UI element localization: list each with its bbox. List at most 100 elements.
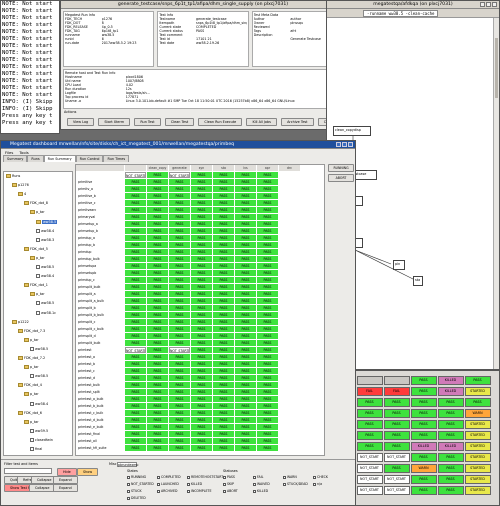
status-cell[interactable]: PASS [169, 242, 190, 248]
status-cell[interactable]: PASS [257, 200, 278, 206]
status-cell[interactable]: PASS [147, 375, 168, 381]
action-button[interactable]: Archive Test [281, 118, 314, 126]
flow-node[interactable]: pin [393, 260, 405, 270]
status-cell[interactable]: PASS [437, 453, 464, 462]
runs-tree[interactable]: Runs p1276 4 FDK_dot_8 p_tar ww38.5 ww38.4 ww38… [3, 171, 73, 456]
checkbox-box[interactable] [283, 475, 286, 479]
status-cell[interactable]: PASS [235, 172, 256, 178]
status-cell[interactable]: NOT_START [356, 453, 383, 462]
tree-node[interactable]: ww38.5 [30, 374, 48, 379]
status-cell[interactable]: PASS [125, 200, 146, 206]
status-cell[interactable]: PASS [191, 305, 212, 311]
status-cell[interactable]: PASS [147, 256, 168, 262]
status-cell[interactable]: PASS [257, 207, 278, 213]
status-cell[interactable]: PASS [235, 417, 256, 423]
status-cell[interactable]: PASS [235, 438, 256, 444]
status-cell[interactable]: PASS [235, 347, 256, 353]
status-cell[interactable]: KILLED [410, 442, 437, 451]
state-checkbox[interactable]: COMPLETED [157, 475, 181, 479]
status-cell[interactable]: PASS [191, 249, 212, 255]
status-cell[interactable]: PASS [191, 186, 212, 192]
status-cell[interactable]: PASS [257, 228, 278, 234]
status-cell[interactable]: KILLED [437, 442, 464, 451]
status-cell[interactable]: PASS [257, 249, 278, 255]
test-name[interactable]: primtest_bulk [76, 382, 124, 388]
test-name[interactable]: primsetupb [76, 270, 124, 276]
status-cell[interactable]: WARN [464, 409, 491, 418]
status-cell[interactable]: PASS [147, 200, 168, 206]
status-cell[interactable]: PASS [257, 221, 278, 227]
status-cell[interactable]: PASS [191, 200, 212, 206]
checkbox-box[interactable] [253, 482, 256, 486]
status-cell[interactable]: PASS [191, 354, 212, 360]
status-cell[interactable]: PASS [383, 464, 410, 473]
status-cell[interactable]: PASS [191, 396, 212, 402]
status-cell[interactable]: PASS [356, 442, 383, 451]
test-name[interactable]: primtest_c [76, 368, 124, 374]
dashboard-tab[interactable]: Summary [3, 155, 28, 162]
status-cell[interactable]: PASS [125, 417, 146, 423]
status-cell[interactable]: PASS [257, 431, 278, 437]
status-cell[interactable]: PASS [257, 186, 278, 192]
status-cell[interactable]: PASS [169, 284, 190, 290]
tree-node[interactable]: ww38.5 [36, 301, 54, 306]
checkbox-box[interactable] [223, 489, 226, 493]
status-cell[interactable]: PASS [257, 270, 278, 276]
test-name[interactable]: primsplit_bulk [76, 340, 124, 346]
status-cell[interactable]: PASS [191, 410, 212, 416]
test-name[interactable]: primtest_e_bulk [76, 424, 124, 430]
filter-button[interactable]: Hide [57, 468, 77, 476]
checkbox-box[interactable] [313, 482, 316, 486]
status-cell[interactable]: PASS [125, 361, 146, 367]
status-cell[interactable]: PASS [147, 389, 168, 395]
status-cell[interactable]: PASS [191, 417, 212, 423]
status-cell[interactable]: PASS [213, 249, 234, 255]
tree-node[interactable]: ww38.5 [36, 265, 54, 269]
tree-node[interactable]: p_tar [30, 255, 45, 260]
status-checkbox[interactable]: FAIL [253, 475, 263, 479]
checkbox-box[interactable] [157, 489, 160, 493]
test-name[interactable]: primaryval [76, 214, 124, 220]
minimize-icon[interactable] [480, 2, 485, 7]
status-cell[interactable]: PASS [125, 291, 146, 297]
column-header[interactable]: syn [191, 165, 212, 171]
tree-node[interactable]: p1276 [12, 183, 29, 188]
tree-node[interactable]: p1222 [12, 319, 29, 324]
status-cell[interactable]: PASS [191, 270, 212, 276]
status-cell[interactable]: PASS [125, 438, 146, 444]
status-cell[interactable]: PASS [147, 312, 168, 318]
status-cell[interactable]: PASS [191, 361, 212, 367]
column-header[interactable] [125, 165, 146, 171]
tree-node[interactable]: ww38.5 [36, 219, 58, 224]
status-cell[interactable]: NOT_STARTED [125, 347, 146, 353]
tree-node[interactable]: ww38.4 [36, 274, 54, 279]
status-cell[interactable]: PASS [169, 193, 190, 199]
status-cell[interactable]: PASS [235, 235, 256, 241]
status-cell[interactable]: PASS [213, 291, 234, 297]
status-cell[interactable]: PASS [169, 438, 190, 444]
status-cell[interactable]: PASS [147, 354, 168, 360]
status-cell[interactable]: PASS [125, 256, 146, 262]
status-cell[interactable]: PASS [213, 347, 234, 353]
status-cell[interactable]: PASS [169, 200, 190, 206]
status-cell[interactable]: PASS [169, 214, 190, 220]
status-cell[interactable]: PASS [169, 179, 190, 185]
status-cell[interactable]: PASS [257, 347, 278, 353]
status-cell[interactable]: PASS [257, 179, 278, 185]
status-cell[interactable]: PASS [437, 431, 464, 440]
status-cell[interactable]: PASS [147, 445, 168, 451]
dashboard-tab[interactable]: Run Control [75, 155, 104, 162]
status-cell[interactable]: PASS [169, 396, 190, 402]
status-cell[interactable]: PASS [147, 172, 168, 178]
status-cell[interactable]: PASS [235, 410, 256, 416]
status-cell[interactable]: PASS [410, 409, 437, 418]
action-button[interactable]: Kill All Jobs [246, 118, 277, 126]
status-cell[interactable]: PASS [191, 424, 212, 430]
status-cell[interactable]: PASS [125, 263, 146, 269]
status-cell[interactable]: PASS [213, 228, 234, 234]
status-cell[interactable]: PASS [169, 256, 190, 262]
status-cell[interactable]: PASS [125, 396, 146, 402]
status-checkbox[interactable]: KILLED [253, 489, 268, 493]
test-name[interactable]: primtest_final [76, 431, 124, 437]
test-name[interactable]: primsplit_a_bulk [76, 298, 124, 304]
